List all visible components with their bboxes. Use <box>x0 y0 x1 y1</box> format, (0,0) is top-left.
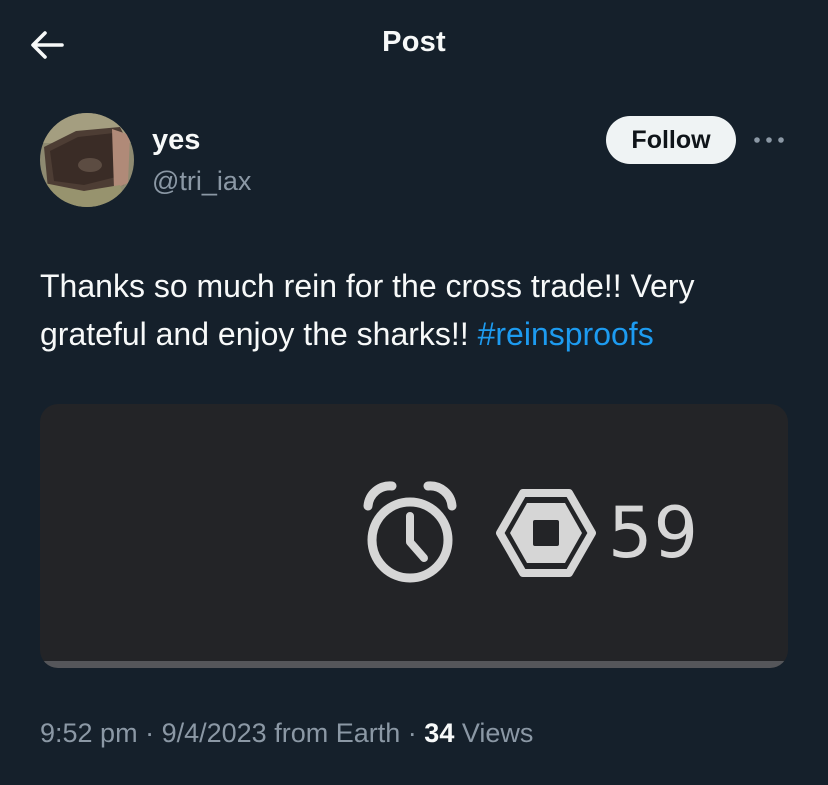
more-horizontal-icon <box>754 137 784 143</box>
post-date[interactable]: 9/4/2023 <box>162 718 267 748</box>
separator-dot: · <box>145 718 155 748</box>
page-title: Post <box>382 26 446 58</box>
media-bottom-strip <box>40 661 788 668</box>
profile-photo <box>40 113 134 207</box>
author-display-name[interactable]: yes <box>152 124 200 157</box>
views-label[interactable]: Views <box>462 718 534 748</box>
post-text: Thanks so much rein for the cross trade!… <box>40 262 800 358</box>
robux-icon <box>496 489 596 577</box>
top-bar: Post <box>0 0 828 90</box>
post-time[interactable]: 9:52 pm <box>40 718 138 748</box>
follow-button[interactable]: Follow <box>606 116 736 164</box>
alarm-clock-icon <box>363 481 457 583</box>
post-image[interactable]: 59 <box>40 404 788 668</box>
views-count[interactable]: 34 <box>424 718 454 748</box>
separator-dot: · <box>407 718 417 748</box>
author-handle[interactable]: @tri_iax <box>152 166 251 197</box>
media-value: 59 <box>608 492 700 574</box>
post-metadata: 9:52 pm · 9/4/2023 from Earth · 34 Views <box>40 718 533 749</box>
avatar[interactable] <box>40 113 134 207</box>
post-location: from Earth <box>274 718 401 748</box>
more-options-button[interactable] <box>746 122 792 158</box>
hashtag-link[interactable]: #reinsproofs <box>478 316 654 352</box>
